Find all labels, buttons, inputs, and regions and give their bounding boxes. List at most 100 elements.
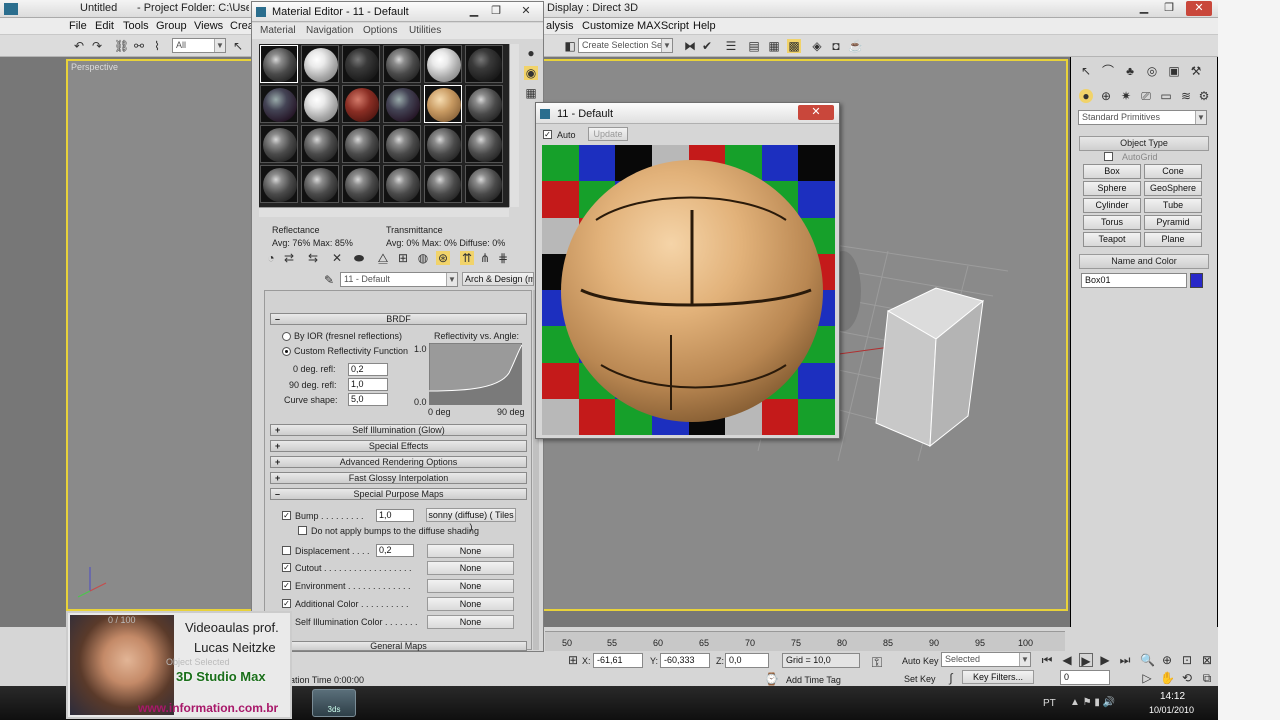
- sample-slot[interactable]: [465, 125, 503, 163]
- material-name-field[interactable]: 11 - Default ▼: [340, 272, 458, 287]
- menu-views[interactable]: Views: [194, 20, 223, 32]
- menu-tools[interactable]: Tools: [123, 20, 149, 32]
- modify-tab-icon[interactable]: ⌒: [1101, 64, 1115, 78]
- select-object-icon[interactable]: ↖: [231, 39, 245, 53]
- get-material-icon[interactable]: ◔: [264, 251, 278, 265]
- material-editor-icon[interactable]: ▩: [787, 39, 801, 53]
- minimize-button[interactable]: ▁: [1132, 1, 1156, 16]
- backlight-icon[interactable]: ◉: [524, 66, 538, 80]
- current-frame-field[interactable]: 0: [1060, 670, 1110, 685]
- field-of-view-icon[interactable]: ▷: [1140, 671, 1154, 685]
- brdf-rollout[interactable]: BRDF –: [270, 313, 527, 325]
- sample-slot-active[interactable]: [424, 85, 462, 123]
- key-selection-dropdown[interactable]: Selected ▼: [941, 652, 1031, 667]
- material-editor-minimize-button[interactable]: ▁: [462, 4, 486, 19]
- sample-slot[interactable]: [301, 165, 339, 203]
- time-tag-icon[interactable]: ⌚: [764, 672, 779, 686]
- orbit-icon[interactable]: ⟲: [1180, 671, 1194, 685]
- sample-slot[interactable]: [424, 165, 462, 203]
- pick-material-icon[interactable]: ⋕: [496, 251, 510, 265]
- additional-color-map-button[interactable]: None: [427, 597, 514, 611]
- pyramid-button[interactable]: Pyramid: [1144, 215, 1202, 230]
- sample-slot[interactable]: [465, 85, 503, 123]
- additional-color-checkbox[interactable]: ✓: [282, 599, 291, 608]
- torus-button[interactable]: Torus: [1083, 215, 1141, 230]
- absolute-mode-icon[interactable]: ⊞: [566, 653, 580, 667]
- cutout-checkbox[interactable]: ✓: [282, 563, 291, 572]
- next-frame-icon[interactable]: ▶: [1098, 653, 1112, 667]
- sample-slot[interactable]: [260, 125, 298, 163]
- mat-menu-navigation[interactable]: Navigation: [306, 25, 353, 36]
- zero-deg-refl-spinner[interactable]: 0,2: [348, 363, 388, 376]
- object-color-swatch[interactable]: [1190, 273, 1203, 288]
- go-forward-sibling-icon[interactable]: ⋔: [478, 251, 492, 265]
- render-production-icon[interactable]: ☕: [848, 39, 863, 53]
- sphere-button[interactable]: Sphere: [1083, 181, 1141, 196]
- shapes-icon[interactable]: ⊕: [1099, 89, 1113, 103]
- sample-slot[interactable]: [260, 85, 298, 123]
- timeline-ruler[interactable]: 50 55 60 65 70 75 80 85 90 95 100: [545, 631, 1065, 651]
- sample-slot[interactable]: [301, 85, 339, 123]
- bump-amount-spinner[interactable]: 1,0: [376, 509, 414, 522]
- sample-slot[interactable]: [301, 45, 339, 83]
- go-to-end-icon[interactable]: ⏭: [1118, 653, 1132, 667]
- material-editor-title-bar[interactable]: Material Editor - 11 - Default ▁ ❐ ✕: [252, 2, 543, 22]
- make-unique-icon[interactable]: ⬬: [352, 251, 366, 265]
- update-button[interactable]: Update: [588, 127, 628, 141]
- box-button[interactable]: Box: [1083, 164, 1141, 179]
- cone-button[interactable]: Cone: [1144, 164, 1202, 179]
- zoom-all-icon[interactable]: ⊕: [1160, 653, 1174, 667]
- background-checker-icon[interactable]: ▦: [524, 86, 538, 100]
- object-type-rollout[interactable]: Object Type: [1079, 136, 1209, 151]
- material-type-button[interactable]: Arch & Design (mi): [462, 272, 534, 286]
- put-to-library-icon[interactable]: ⧋: [376, 251, 390, 265]
- key-filters-button[interactable]: Key Filters...: [962, 670, 1034, 684]
- space-warps-icon[interactable]: ≋: [1179, 89, 1193, 103]
- material-effects-channel-icon[interactable]: ⊞: [396, 251, 410, 265]
- displacement-checkbox[interactable]: [282, 546, 291, 555]
- fast-glossy-rollout[interactable]: + Fast Glossy Interpolation: [270, 472, 527, 484]
- sample-slot-scrollbar[interactable]: [509, 44, 519, 207]
- environment-checkbox[interactable]: ✓: [282, 581, 291, 590]
- sample-slot[interactable]: [342, 125, 380, 163]
- close-button[interactable]: ✕: [1186, 1, 1212, 16]
- select-manipulate-icon[interactable]: ◧: [563, 39, 577, 53]
- sample-slot[interactable]: [465, 45, 503, 83]
- preview-title-bar[interactable]: 11 - Default ✕: [536, 103, 839, 124]
- systems-icon[interactable]: ⚙: [1197, 89, 1211, 103]
- zoom-icon[interactable]: 🔍: [1140, 653, 1155, 667]
- schematic-view-icon[interactable]: ▦: [767, 39, 781, 53]
- menu-customize[interactable]: Customize: [582, 20, 634, 32]
- hierarchy-tab-icon[interactable]: ♣: [1123, 64, 1137, 78]
- sample-slot[interactable]: [260, 165, 298, 203]
- no-bump-diffuse-checkbox[interactable]: [298, 526, 307, 535]
- play-icon[interactable]: ▶: [1079, 653, 1093, 668]
- helpers-icon[interactable]: ▭: [1159, 89, 1173, 103]
- selection-set-dropdown[interactable]: Create Selection Set ▼: [578, 38, 673, 53]
- sample-slot[interactable]: [301, 125, 339, 163]
- rendered-frame-icon[interactable]: ◘: [829, 39, 843, 53]
- tube-button[interactable]: Tube: [1144, 198, 1202, 213]
- motion-tab-icon[interactable]: ◎: [1145, 64, 1159, 78]
- sample-slot[interactable]: [260, 45, 298, 83]
- advanced-rendering-rollout[interactable]: + Advanced Rendering Options: [270, 456, 527, 468]
- maximize-viewport-icon[interactable]: ⧉: [1200, 671, 1214, 685]
- sample-slot[interactable]: [383, 165, 421, 203]
- bind-space-warp-icon[interactable]: ⌇: [150, 39, 164, 53]
- material-editor-maximize-button[interactable]: ❐: [484, 4, 508, 19]
- cylinder-button[interactable]: Cylinder: [1083, 198, 1141, 213]
- lights-icon[interactable]: ✷: [1119, 89, 1133, 103]
- menu-analysis[interactable]: alysis: [546, 20, 574, 32]
- menu-help[interactable]: Help: [693, 20, 716, 32]
- material-editor-close-button[interactable]: ✕: [514, 4, 538, 19]
- y-coordinate-field[interactable]: -60,333: [660, 653, 710, 668]
- unlink-icon[interactable]: ⚯: [132, 39, 146, 53]
- teapot-button[interactable]: Teapot: [1083, 232, 1141, 247]
- cutout-map-button[interactable]: None: [427, 561, 514, 575]
- autogrid-checkbox[interactable]: [1104, 152, 1113, 161]
- previous-frame-icon[interactable]: ◀: [1060, 653, 1074, 667]
- geometry-icon[interactable]: ●: [1079, 89, 1093, 103]
- pick-from-object-icon[interactable]: ✎: [322, 273, 336, 287]
- add-time-tag-button[interactable]: Add Time Tag: [786, 675, 841, 685]
- x-coordinate-field[interactable]: -61,61: [593, 653, 643, 668]
